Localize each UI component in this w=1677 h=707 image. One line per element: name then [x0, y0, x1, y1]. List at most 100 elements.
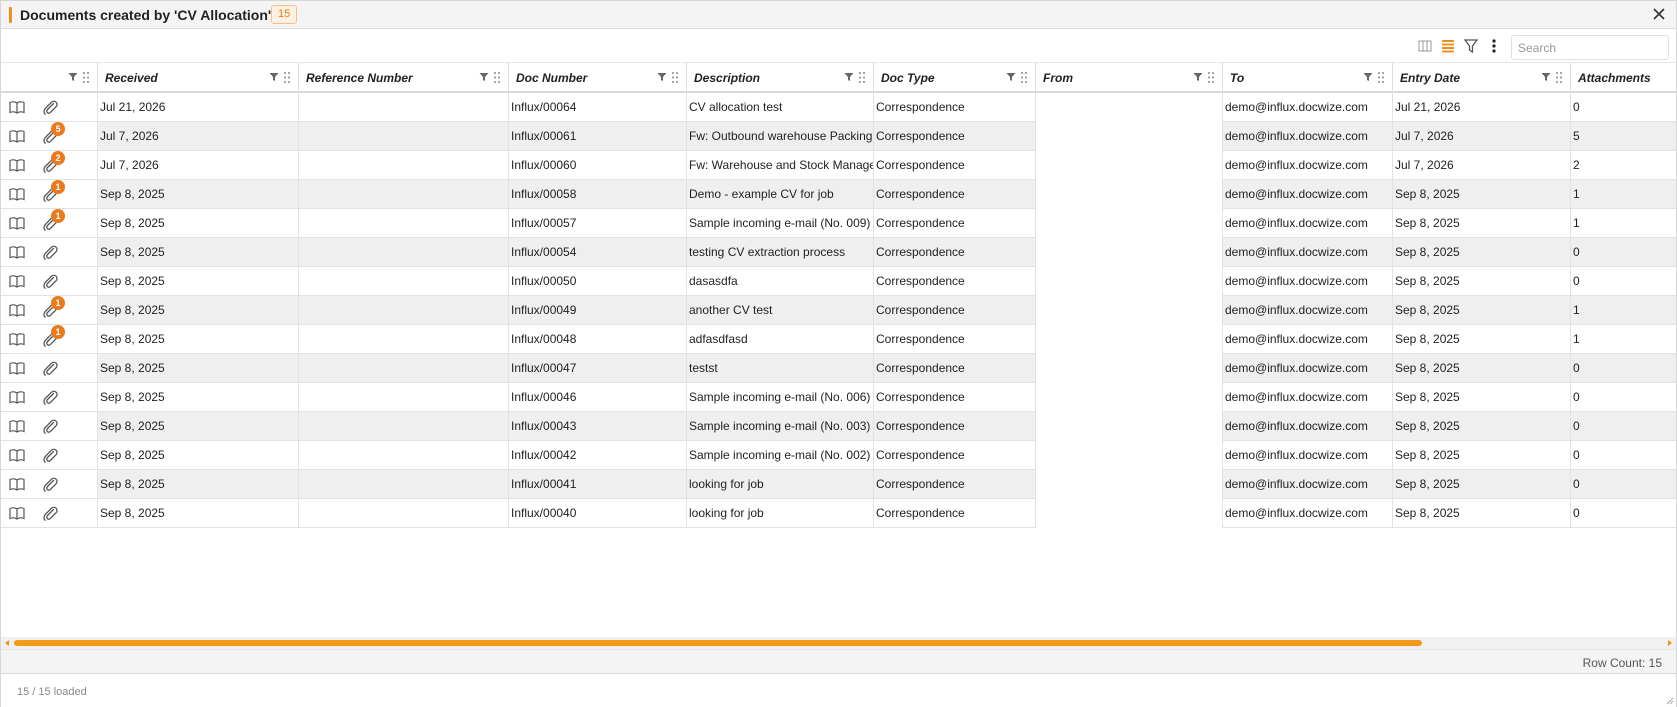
attachment-icon[interactable]: [42, 389, 58, 406]
open-document-icon[interactable]: [9, 448, 25, 462]
column-drag-handle-icon[interactable]: [493, 71, 501, 84]
columns-button[interactable]: [1417, 38, 1435, 56]
column-header-received[interactable]: Received: [98, 63, 299, 93]
column-filter-icon[interactable]: [1363, 72, 1373, 82]
filter-icon: [1463, 39, 1479, 54]
cell-doc-number: Influx/00050: [509, 267, 687, 296]
cell-doc-type: Correspondence: [874, 122, 1036, 151]
cell-to: demo@influx.docwize.com: [1223, 209, 1393, 238]
column-filter-icon[interactable]: [68, 72, 78, 82]
cell-description: Sample incoming e-mail (No. 003): [687, 412, 874, 441]
table-row[interactable]: Sep 8, 2025 Influx/00043 Sample incoming e…: [1, 412, 1676, 441]
attachment-icon[interactable]: [42, 476, 58, 493]
table-row[interactable]: Sep 8, 2025 Influx/00042 Sample incoming e…: [1, 441, 1676, 470]
open-document-icon[interactable]: [9, 419, 25, 433]
column-drag-handle-icon[interactable]: [1207, 71, 1215, 84]
column-filter-icon[interactable]: [1193, 72, 1203, 82]
open-document-icon[interactable]: [9, 332, 25, 346]
attachment-count-badge: 2: [51, 151, 65, 165]
open-document-icon[interactable]: [9, 361, 25, 375]
column-filter-icon[interactable]: [844, 72, 854, 82]
column-header-actions[interactable]: [1, 63, 98, 93]
cell-reference-number: [299, 267, 509, 296]
table-row[interactable]: 1 Sep 8, 2025 Influx/00048 adfasdfasd Corres…: [1, 325, 1676, 354]
attachment-icon[interactable]: [42, 99, 58, 116]
close-button[interactable]: [1650, 5, 1668, 23]
table-row[interactable]: 1 Sep 8, 2025 Influx/00049 another CV test C…: [1, 296, 1676, 325]
horizontal-scrollbar[interactable]: [1, 637, 1676, 649]
open-document-icon[interactable]: [9, 187, 25, 201]
cell-doc-number: Influx/00048: [509, 325, 687, 354]
table-row[interactable]: 1 Sep 8, 2025 Influx/00057 Sample incoming …: [1, 209, 1676, 238]
scroll-left-icon[interactable]: [3, 639, 11, 647]
column-filter-icon[interactable]: [657, 72, 667, 82]
attachment-icon[interactable]: [42, 418, 58, 435]
table-row[interactable]: Sep 8, 2025 Influx/00040 looking for job Co…: [1, 499, 1676, 528]
open-document-icon[interactable]: [9, 158, 25, 172]
table-row[interactable]: 5 Jul 7, 2026 Influx/00061 Fw: Outbound war…: [1, 122, 1676, 151]
table-row[interactable]: Sep 8, 2025 Influx/00046 Sample incoming e…: [1, 383, 1676, 412]
column-drag-handle-icon[interactable]: [1020, 71, 1028, 84]
open-document-icon[interactable]: [9, 129, 25, 143]
column-drag-handle-icon[interactable]: [1377, 71, 1385, 84]
cell-received: Sep 8, 2025: [98, 470, 299, 499]
scroll-right-icon[interactable]: [1666, 639, 1674, 647]
column-drag-handle-icon[interactable]: [1555, 71, 1563, 84]
open-document-icon[interactable]: [9, 245, 25, 259]
column-header-reference-number[interactable]: Reference Number: [299, 63, 509, 93]
density-button[interactable]: [1440, 38, 1458, 56]
open-document-icon[interactable]: [9, 216, 25, 230]
column-header-entry-date[interactable]: Entry Date: [1393, 63, 1571, 93]
cell-received: Sep 8, 2025: [98, 238, 299, 267]
cell-doc-type: Correspondence: [874, 412, 1036, 441]
column-header-description[interactable]: Description: [687, 63, 874, 93]
column-header-doc-number[interactable]: Doc Number: [509, 63, 687, 93]
cell-description: Sample incoming e-mail (No. 002): [687, 441, 874, 470]
column-drag-handle-icon[interactable]: [82, 71, 90, 84]
cell-attachments: 0: [1571, 383, 1676, 412]
column-filter-icon[interactable]: [1006, 72, 1016, 82]
table-row[interactable]: 2 Jul 7, 2026 Influx/00060 Fw: Warehouse an…: [1, 151, 1676, 180]
cell-reference-number: [299, 499, 509, 528]
search-input[interactable]: [1511, 35, 1669, 60]
more-options-button[interactable]: [1486, 38, 1504, 56]
open-document-icon[interactable]: [9, 274, 25, 288]
cell-description: Sample incoming e-mail (No. 006): [687, 383, 874, 412]
filter-button[interactable]: [1463, 38, 1481, 56]
column-filter-icon[interactable]: [479, 72, 489, 82]
cell-doc-number: Influx/00064: [509, 93, 687, 122]
cell-from: [1036, 412, 1223, 441]
table-row[interactable]: Sep 8, 2025 Influx/00041 looking for job Co…: [1, 470, 1676, 499]
column-header-to[interactable]: To: [1223, 63, 1393, 93]
column-filter-icon[interactable]: [269, 72, 279, 82]
open-document-icon[interactable]: [9, 100, 25, 114]
attachment-icon[interactable]: [42, 273, 58, 290]
column-filter-icon[interactable]: [1541, 72, 1551, 82]
attachment-icon[interactable]: [42, 244, 58, 261]
table-row[interactable]: Sep 8, 2025 Influx/00054 testing CV extrac…: [1, 238, 1676, 267]
open-document-icon[interactable]: [9, 390, 25, 404]
column-header-attachments[interactable]: Attachments: [1571, 63, 1676, 93]
column-header-from[interactable]: From: [1036, 63, 1223, 93]
scrollbar-thumb[interactable]: [14, 640, 1422, 646]
attachment-count-badge: 5: [51, 122, 65, 136]
attachment-icon[interactable]: [42, 447, 58, 464]
table-row[interactable]: 1 Sep 8, 2025 Influx/00058 Demo - example C…: [1, 180, 1676, 209]
attachment-icon[interactable]: [42, 505, 58, 522]
attachment-icon[interactable]: [42, 360, 58, 377]
table-row[interactable]: Sep 8, 2025 Influx/00050 dasasdfa Correspon…: [1, 267, 1676, 296]
table-row[interactable]: Sep 8, 2025 Influx/00047 testst Corresponde…: [1, 354, 1676, 383]
cell-doc-type: Correspondence: [874, 441, 1036, 470]
column-drag-handle-icon[interactable]: [671, 71, 679, 84]
table-row[interactable]: Jul 21, 2026 Influx/00064 CV allocation te…: [1, 93, 1676, 122]
row-actions: [1, 441, 98, 470]
open-document-icon[interactable]: [9, 477, 25, 491]
column-drag-handle-icon[interactable]: [858, 71, 866, 84]
row-actions: 2: [1, 151, 98, 180]
open-document-icon[interactable]: [9, 303, 25, 317]
column-drag-handle-icon[interactable]: [283, 71, 291, 84]
cell-received: Sep 8, 2025: [98, 412, 299, 441]
open-document-icon[interactable]: [9, 506, 25, 520]
column-header-doc-type[interactable]: Doc Type: [874, 63, 1036, 93]
resize-grip-icon[interactable]: [1664, 695, 1674, 705]
